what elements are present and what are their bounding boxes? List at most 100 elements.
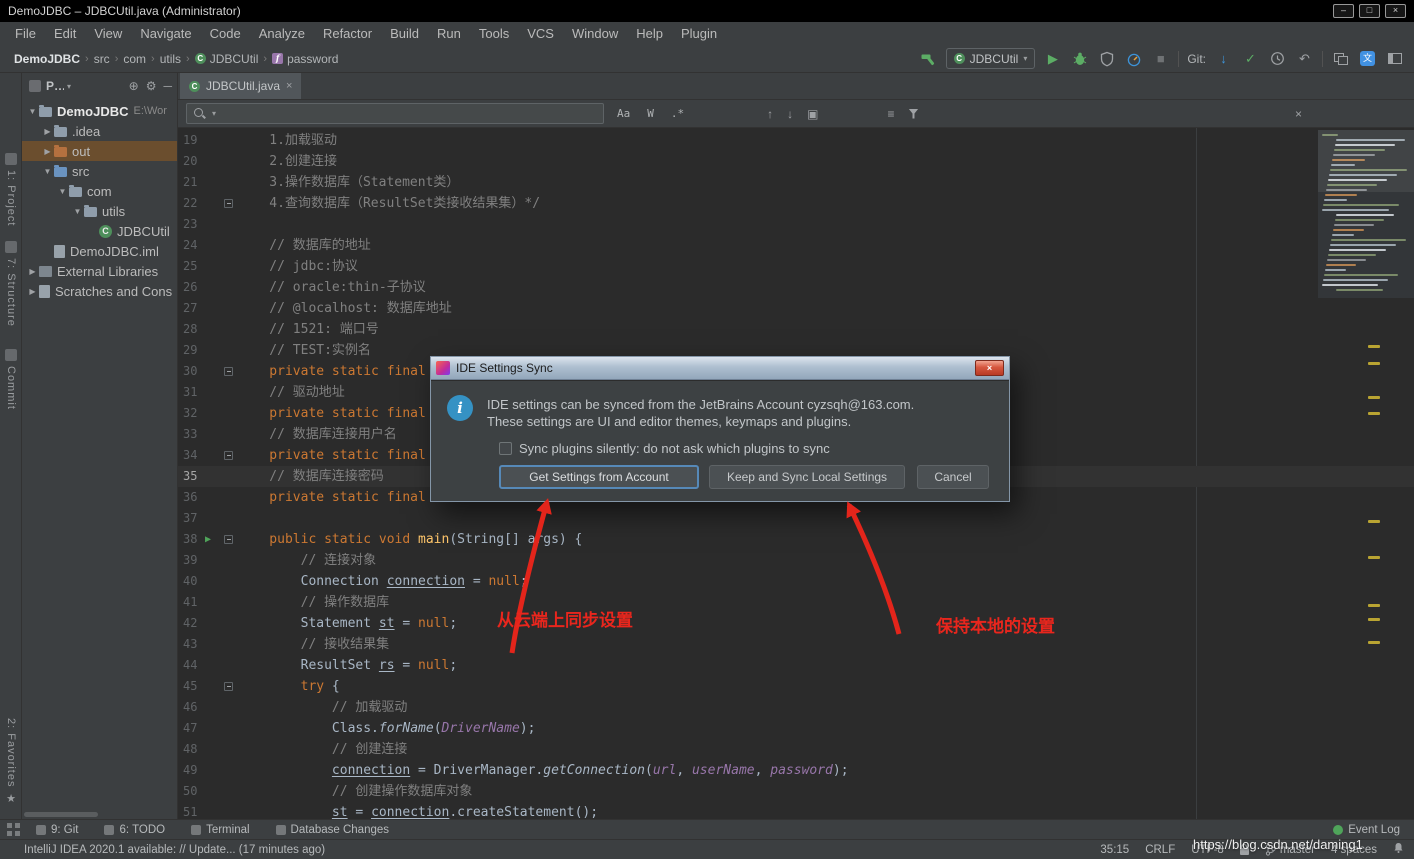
horizontal-scrollbar[interactable] [24,812,98,817]
code-line-49[interactable]: 49 connection = DriverManager.getConnect… [178,760,1414,781]
fold-marker-icon[interactable] [224,535,233,544]
breadcrumb-item-src[interactable]: src [94,52,110,66]
tool-window-switcher-icon[interactable] [7,823,20,836]
tool-window-button-9-git[interactable]: 9: Git [36,824,78,836]
tool-window-button-6-todo[interactable]: 6: TODO [104,824,165,836]
tree-toggle-icon[interactable]: ▶ [26,287,39,296]
notifications-bell-icon[interactable] [1393,842,1404,857]
tree-item-utils[interactable]: ▼utils [22,201,177,221]
run-button[interactable] [1043,49,1062,68]
code-line-27[interactable]: 27 // @localhost: 数据库地址 [178,298,1414,319]
code-line-43[interactable]: 43 // 接收结果集 [178,634,1414,655]
code-line-21[interactable]: 21 3.操作数据库（Statement类） [178,172,1414,193]
caret-position[interactable]: 35:15 [1100,844,1129,856]
cancel-button[interactable]: Cancel [917,465,989,489]
rollback-button[interactable] [1295,49,1314,68]
code-line-48[interactable]: 48 // 创建连接 [178,739,1414,760]
translate-plugin-button[interactable] [1358,49,1377,68]
tree-toggle-icon[interactable]: ▶ [26,267,39,276]
commit-button[interactable] [1241,49,1260,68]
code-line-47[interactable]: 47 Class.forName(DriverName); [178,718,1414,739]
tree-toggle-icon[interactable]: ▼ [26,107,39,116]
code-line-40[interactable]: 40 Connection connection = null; [178,571,1414,592]
tree-toggle-icon[interactable]: ▼ [71,207,84,216]
code-line-46[interactable]: 46 // 加载驱动 [178,697,1414,718]
fold-marker-icon[interactable] [224,682,233,691]
close-find-bar-icon[interactable] [1295,107,1302,121]
status-message[interactable]: IntelliJ IDEA 2020.1 available: // Updat… [24,844,325,856]
code-line-38[interactable]: 38 public static void main(String[] args… [178,529,1414,550]
search-history-icon[interactable] [212,109,216,118]
code-line-25[interactable]: 25 // jdbc:协议 [178,256,1414,277]
match-case-toggle[interactable]: Aa [613,105,634,122]
tree-toggle-icon[interactable]: ▼ [41,167,54,176]
menu-item-help[interactable]: Help [627,22,672,45]
tree-item-external-libraries[interactable]: ▶External Libraries [22,261,177,281]
menu-item-vcs[interactable]: VCS [518,22,563,45]
breadcrumb-item-com[interactable]: com [123,52,146,66]
regex-toggle[interactable]: .* [667,105,688,122]
line-separator[interactable]: CRLF [1145,844,1175,856]
tree-item-out[interactable]: ▶out [22,141,177,161]
code-line-26[interactable]: 26 // oracle:thin-子协议 [178,277,1414,298]
close-tab-icon[interactable] [286,80,292,92]
menu-item-tools[interactable]: Tools [470,22,518,45]
get-settings-from-account-button[interactable]: Get Settings from Account [499,465,699,489]
settings-gear-icon[interactable] [146,79,157,93]
tool-stripe-button-1-project[interactable]: 1: Project [0,153,22,226]
breadcrumb-item-demojdbc[interactable]: DemoJDBC [14,52,80,66]
window-layout-button[interactable] [1385,49,1404,68]
project-panel-title[interactable]: Project [46,79,64,93]
code-line-23[interactable]: 23 [178,214,1414,235]
tab-jdbcutil-java[interactable]: JDBCUtil.java [180,73,301,99]
sync-plugins-checkbox[interactable] [499,442,512,455]
previous-occurrence-icon[interactable] [767,107,773,121]
code-line-22[interactable]: 22 4.查询数据库（ResultSet类接收结果集）*/ [178,193,1414,214]
code-line-28[interactable]: 28 // 1521: 端口号 [178,319,1414,340]
code-line-44[interactable]: 44 ResultSet rs = null; [178,655,1414,676]
fold-marker-icon[interactable] [224,451,233,460]
code-line-20[interactable]: 20 2.创建连接 [178,151,1414,172]
tree-toggle-icon[interactable]: ▶ [41,147,54,156]
hide-panel-icon[interactable] [163,79,172,93]
breadcrumb-item-jdbcutil[interactable]: JDBCUtil [195,52,259,66]
fold-marker-icon[interactable] [224,199,233,208]
tree-toggle-icon[interactable]: ▼ [56,187,69,196]
profiler-gauge-icon[interactable] [1124,49,1143,68]
code-line-50[interactable]: 50 // 创建操作数据库对象 [178,781,1414,802]
chevron-down-icon[interactable] [67,82,71,91]
breadcrumb-item-utils[interactable]: utils [160,52,181,66]
menu-item-analyze[interactable]: Analyze [250,22,314,45]
select-all-occurrences-icon[interactable] [807,107,818,121]
locate-file-icon[interactable] [129,79,139,93]
keep-and-sync-local-settings-button[interactable]: Keep and Sync Local Settings [709,465,905,489]
build-hammer-icon[interactable] [919,49,938,68]
search-input[interactable] [186,103,604,124]
dialog-title-bar[interactable]: IDE Settings Sync [431,357,1009,380]
minimap[interactable] [1318,130,1414,298]
compare-icon[interactable] [1331,49,1350,68]
filter-lines-icon[interactable] [887,107,894,121]
tool-window-button-terminal[interactable]: Terminal [191,824,249,836]
tree-item-com[interactable]: ▼com [22,181,177,201]
tree-toggle-icon[interactable]: ▶ [41,127,54,136]
menu-item-window[interactable]: Window [563,22,627,45]
event-log-button[interactable]: Event Log [1333,824,1400,836]
code-line-41[interactable]: 41 // 操作数据库 [178,592,1414,613]
run-configuration-selector[interactable]: JDBCUtil [946,48,1036,69]
tree-item-src[interactable]: ▼src [22,161,177,181]
filter-icon[interactable] [908,109,918,119]
tool-stripe-button-2-favorites[interactable]: 2: Favorites [0,718,22,805]
menu-item-refactor[interactable]: Refactor [314,22,381,45]
stop-button[interactable] [1151,49,1170,68]
maximize-button[interactable] [1359,4,1380,18]
dialog-close-button[interactable] [975,360,1004,376]
close-button[interactable] [1385,4,1406,18]
menu-item-navigate[interactable]: Navigate [131,22,200,45]
debug-bug-icon[interactable] [1070,49,1089,68]
code-line-51[interactable]: 51 st = connection.createStatement(); [178,802,1414,819]
next-occurrence-icon[interactable] [787,107,793,121]
code-line-42[interactable]: 42 Statement st = null; [178,613,1414,634]
tree-item-jdbcutil[interactable]: JDBCUtil [22,221,177,241]
menu-item-view[interactable]: View [85,22,131,45]
